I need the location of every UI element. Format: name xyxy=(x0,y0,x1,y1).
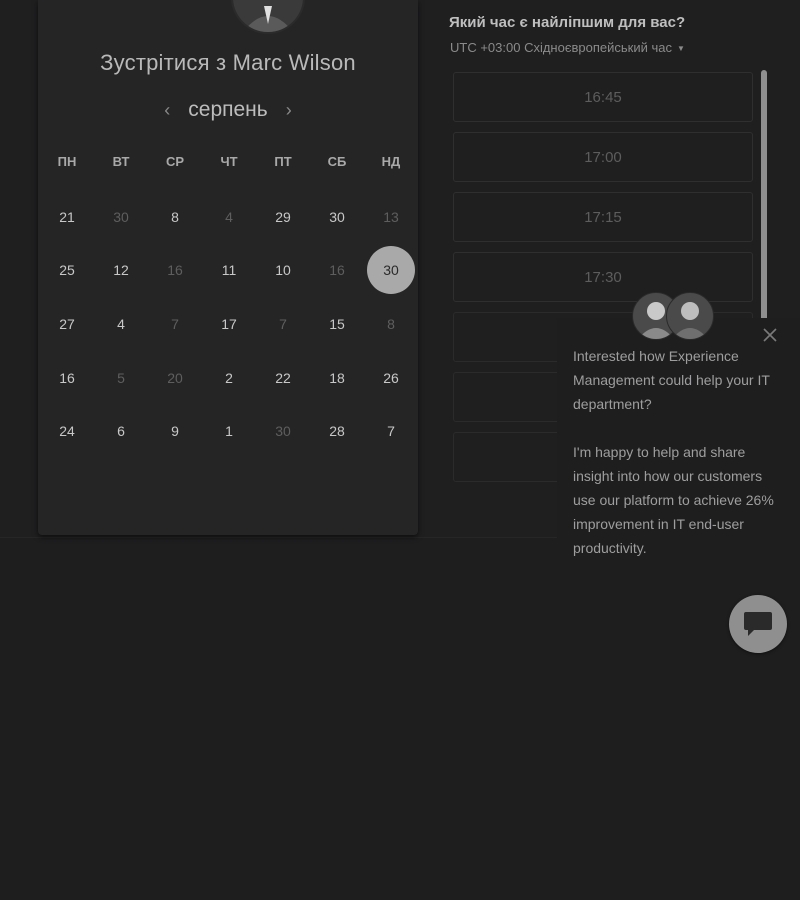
calendar-day[interactable]: 26 xyxy=(364,351,418,405)
host-avatar xyxy=(231,0,305,34)
calendar-day-disabled: 20 xyxy=(167,369,183,386)
calendar-day-disabled: 13 xyxy=(383,208,399,225)
calendar-day[interactable]: 25 xyxy=(40,244,94,298)
time-slot[interactable]: 16:45 xyxy=(453,72,753,122)
calendar-day[interactable]: 28 xyxy=(310,404,364,458)
calendar-days-grid: 21 30 8 4 29 30 13 25 12 16 11 10 16 30 … xyxy=(40,190,420,458)
calendar-day[interactable]: 22 xyxy=(256,351,310,405)
agent-avatar xyxy=(666,292,714,340)
calendar-day[interactable]: 4 xyxy=(94,297,148,351)
time-slot[interactable]: 17:15 xyxy=(453,192,753,242)
weekday-label: СР xyxy=(165,154,185,169)
weekday-header: ПН ВТ СР ЧТ ПТ СБ НД xyxy=(40,154,420,174)
chevron-left-icon[interactable]: ‹ xyxy=(164,101,170,119)
weekday-label: ПН xyxy=(57,154,77,169)
weekday-label: ЧТ xyxy=(220,154,238,169)
calendar-day[interactable]: 11 xyxy=(202,244,256,298)
chevron-right-icon[interactable]: › xyxy=(286,101,292,119)
scheduler-page: Зустрітися з Marc Wilson ‹ серпень › ПН … xyxy=(0,0,800,900)
calendar-day[interactable]: 7 xyxy=(364,404,418,458)
month-navigation: ‹ серпень › xyxy=(38,95,418,125)
caret-down-icon: ▼ xyxy=(676,44,685,54)
weekday-label: СБ xyxy=(327,154,347,169)
calendar-day[interactable]: 9 xyxy=(148,404,202,458)
time-list-scrollbar[interactable] xyxy=(761,70,767,325)
chat-message-intro: Interested how Experience Management cou… xyxy=(573,348,770,412)
calendar-day[interactable]: 8 xyxy=(148,190,202,244)
weekday-label: ПТ xyxy=(274,154,292,169)
calendar-day[interactable]: 24 xyxy=(40,404,94,458)
calendar-day[interactable]: 21 xyxy=(40,190,94,244)
meeting-title: Зустрітися з Marc Wilson xyxy=(100,50,356,75)
calendar-day-disabled: 30 xyxy=(113,208,129,225)
calendar-day[interactable]: 29 xyxy=(256,190,310,244)
calendar-day-disabled: 16 xyxy=(167,262,183,279)
calendar-day-disabled: 4 xyxy=(225,208,233,225)
calendar-day-disabled: 8 xyxy=(387,315,395,332)
calendar-day[interactable]: 12 xyxy=(94,244,148,298)
calendar-day[interactable]: 27 xyxy=(40,297,94,351)
calendar-day[interactable]: 2 xyxy=(202,351,256,405)
month-label: серпень xyxy=(188,98,268,121)
chat-message: Interested how Experience Management cou… xyxy=(573,344,778,584)
calendar-day[interactable]: 15 xyxy=(310,297,364,351)
close-icon[interactable] xyxy=(760,325,780,345)
chat-launcher-button[interactable] xyxy=(729,595,787,653)
calendar-day[interactable]: 16 xyxy=(40,351,94,405)
chat-message-body: I'm happy to help and share insight into… xyxy=(573,444,774,556)
calendar-day-disabled: 7 xyxy=(279,315,287,332)
time-heading: Який час є найліпшим для вас? xyxy=(449,14,686,31)
chat-agent-avatars xyxy=(630,292,714,340)
calendar-day-disabled: 7 xyxy=(171,315,179,332)
calendar-day[interactable]: 30 xyxy=(310,190,364,244)
calendar-day-selected[interactable]: 30 xyxy=(364,244,418,298)
calendar-day[interactable]: 6 xyxy=(94,404,148,458)
calendar-day[interactable]: 18 xyxy=(310,351,364,405)
calendar-day[interactable]: 1 xyxy=(202,404,256,458)
weekday-label: ВТ xyxy=(112,154,130,169)
time-slot[interactable]: 17:00 xyxy=(453,132,753,182)
calendar-day[interactable]: 10 xyxy=(256,244,310,298)
calendar-card: Зустрітися з Marc Wilson ‹ серпень › ПН … xyxy=(38,0,418,535)
chat-bubble-icon xyxy=(744,612,772,636)
calendar-day-disabled: 16 xyxy=(329,262,345,279)
timezone-select[interactable]: UTC +03:00 Східноєвропейський час ▼ xyxy=(450,40,685,55)
weekday-label: НД xyxy=(381,154,401,169)
calendar-day[interactable]: 17 xyxy=(202,297,256,351)
timezone-label: UTC +03:00 Східноєвропейський час xyxy=(450,40,672,55)
calendar-day-disabled: 30 xyxy=(275,423,291,440)
calendar-day-disabled: 5 xyxy=(117,369,125,386)
